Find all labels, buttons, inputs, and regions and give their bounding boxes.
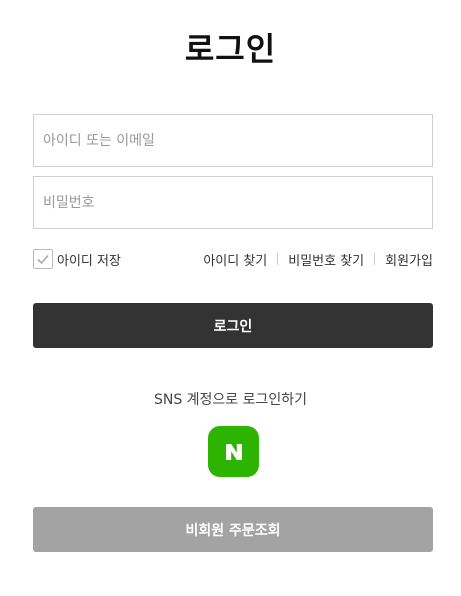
check-icon bbox=[37, 254, 49, 265]
naver-icon bbox=[225, 443, 242, 460]
find-password-link[interactable]: 비밀번호 찾기 bbox=[288, 250, 364, 269]
sns-login-label: SNS 계정으로 로그인하기 bbox=[153, 392, 308, 408]
page-title: 로그인 bbox=[184, 30, 277, 68]
account-links: 아이디 찾기 비밀번호 찾기 회원가입 bbox=[203, 250, 433, 269]
password-field-wrapper bbox=[33, 176, 433, 229]
link-divider bbox=[277, 253, 279, 265]
guest-order-lookup-button[interactable]: 비회원 주문조회 bbox=[33, 507, 433, 552]
signup-link[interactable]: 회원가입 bbox=[385, 250, 433, 269]
save-id-checkbox[interactable] bbox=[33, 249, 53, 269]
save-id-toggle[interactable]: 아이디 저장 bbox=[33, 249, 121, 269]
link-divider bbox=[374, 253, 376, 265]
login-button[interactable]: 로그인 bbox=[33, 303, 433, 348]
id-field-wrapper bbox=[33, 114, 433, 167]
id-input[interactable] bbox=[34, 115, 432, 166]
login-options: 아이디 저장 아이디 찾기 비밀번호 찾기 회원가입 bbox=[33, 248, 433, 270]
find-id-link[interactable]: 아이디 찾기 bbox=[203, 250, 267, 269]
naver-login-button[interactable] bbox=[208, 426, 259, 477]
password-input[interactable] bbox=[34, 177, 432, 228]
save-id-label: 아이디 저장 bbox=[57, 253, 121, 269]
